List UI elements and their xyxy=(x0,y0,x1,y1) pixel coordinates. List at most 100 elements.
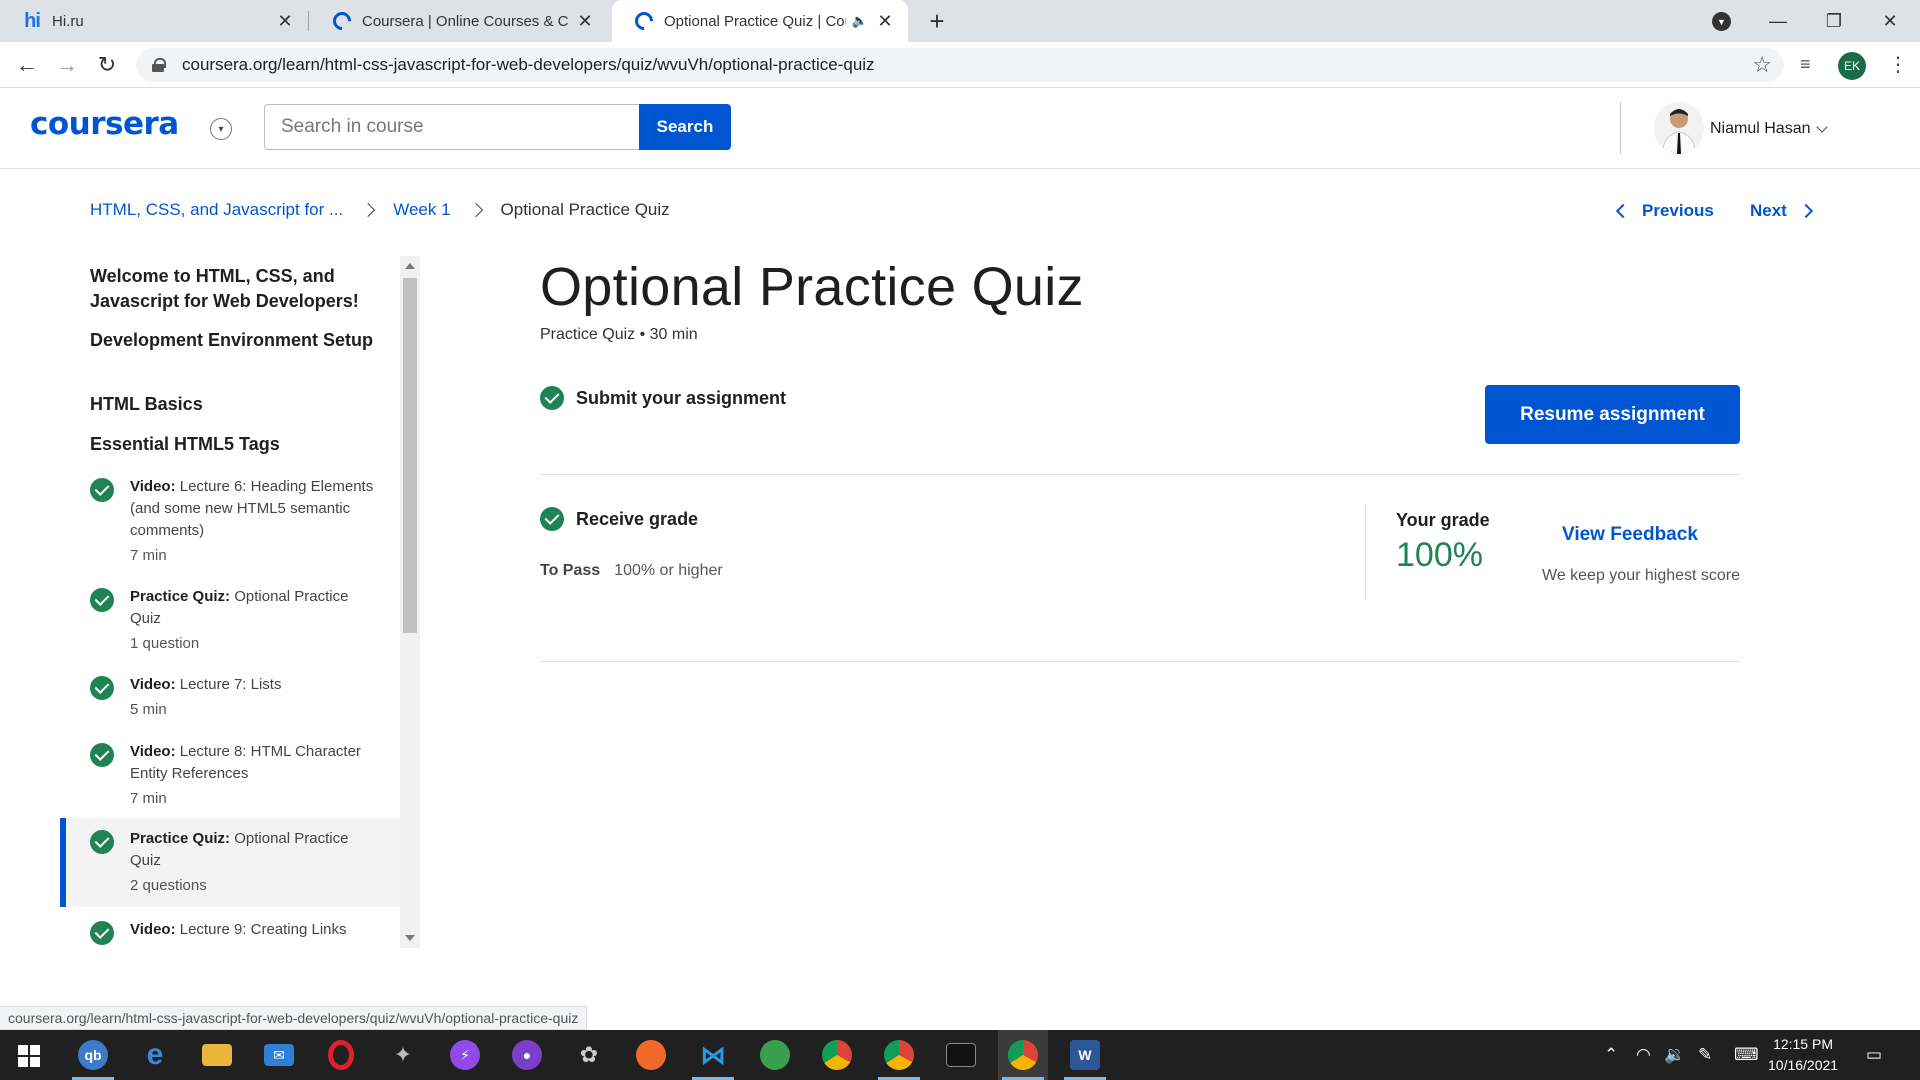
volume-icon[interactable]: 🔉 xyxy=(1664,1030,1685,1080)
browser-tab-quiz-active[interactable]: Optional Practice Quiz | Coursera 🔈 ✕ xyxy=(612,0,908,42)
sidebar-item-practice-quiz-1[interactable]: Practice Quiz: Optional Practice Quiz 1 … xyxy=(60,586,400,655)
back-arrow-icon[interactable]: ← xyxy=(12,50,42,80)
to-pass-info: To Pass 100% or higher xyxy=(540,562,723,580)
mail-icon: ✉ xyxy=(264,1044,294,1066)
taskbar-qbittorrent[interactable]: qb xyxy=(68,1030,118,1080)
grade-divider xyxy=(1365,504,1366,600)
notification-center-icon[interactable]: ▭ xyxy=(1866,1030,1882,1080)
scroll-up-arrow-icon[interactable] xyxy=(405,263,415,269)
item-type: Video: xyxy=(130,478,176,495)
browser-menu-icon[interactable]: ⋮ xyxy=(1888,52,1908,77)
check-circle-icon xyxy=(540,386,564,410)
tray-chevron-up-icon[interactable]: ⌃ xyxy=(1604,1030,1618,1080)
bookmark-star-icon[interactable]: ☆ xyxy=(1752,52,1772,78)
taskbar-mail[interactable]: ✉ xyxy=(254,1030,304,1080)
taskbar-vscode[interactable]: ⋈ xyxy=(688,1030,738,1080)
sidebar-item-lecture-8[interactable]: Video: Lecture 8: HTML Character Entity … xyxy=(60,741,400,810)
reload-icon[interactable]: ↻ xyxy=(92,50,122,80)
check-circle-icon xyxy=(540,507,564,531)
restore-button[interactable]: ❐ xyxy=(1806,0,1862,42)
avatar[interactable] xyxy=(1654,102,1704,154)
browser-status-url: coursera.org/learn/html-css-javascript-f… xyxy=(0,1006,588,1030)
chevron-down-icon xyxy=(1816,121,1829,133)
taskbar-chrome-1[interactable] xyxy=(812,1030,862,1080)
scroll-down-arrow-icon[interactable] xyxy=(405,935,415,941)
taskbar-terminal[interactable] xyxy=(936,1030,986,1080)
breadcrumb-course-link[interactable]: HTML, CSS, and Javascript for ... xyxy=(90,200,343,220)
taskbar-file-explorer[interactable] xyxy=(192,1030,242,1080)
next-button[interactable]: Next xyxy=(1750,201,1813,221)
taskbar-app-9[interactable]: ✿ xyxy=(564,1030,614,1080)
item-duration: 7 min xyxy=(130,547,167,564)
profile-avatar[interactable]: EK xyxy=(1838,52,1866,80)
sidebar-item-lecture-6[interactable]: Video: Lecture 6: Heading Elements (and … xyxy=(60,476,400,567)
network-icon[interactable]: ◠ xyxy=(1636,1030,1651,1080)
browser-tab-coursera[interactable]: Coursera | Online Courses & Credentials … xyxy=(310,0,608,42)
taskbar-word[interactable]: W xyxy=(1060,1030,1110,1080)
resume-assignment-button[interactable]: Resume assignment xyxy=(1485,385,1740,444)
item-duration: 1 question xyxy=(130,635,200,652)
close-tab-icon[interactable]: ✕ xyxy=(576,11,594,32)
search-button[interactable]: Search xyxy=(639,104,731,150)
divider xyxy=(540,661,1740,662)
windows-start-icon[interactable] xyxy=(18,1045,40,1067)
taskbar-app-6[interactable]: ✦ xyxy=(378,1030,428,1080)
previous-button[interactable]: Previous xyxy=(1615,201,1714,221)
lock-icon[interactable] xyxy=(152,58,166,72)
check-circle-icon xyxy=(90,830,114,854)
taskbar-github[interactable]: ● xyxy=(502,1030,552,1080)
sidebar-item-practice-quiz-2-selected[interactable]: Practice Quiz: Optional Practice Quiz 2 … xyxy=(60,818,400,907)
sidebar-section-html5-tags[interactable]: Essential HTML5 Tags xyxy=(90,432,380,457)
search-input[interactable] xyxy=(264,104,639,150)
view-feedback-link[interactable]: View Feedback xyxy=(1562,524,1698,546)
user-menu[interactable]: Niamul Hasan xyxy=(1710,120,1829,138)
browser-tab-hiru[interactable]: hi Hi.ru ✕ xyxy=(0,0,308,42)
course-search: Search xyxy=(264,104,731,150)
user-name: Niamul Hasan xyxy=(1710,120,1811,137)
address-url[interactable]: coursera.org/learn/html-css-javascript-f… xyxy=(182,55,875,75)
sidebar-section-dev-env[interactable]: Development Environment Setup xyxy=(90,328,380,353)
tab-title: Hi.ru xyxy=(52,12,84,30)
divider xyxy=(540,474,1740,475)
close-tab-icon[interactable]: ✕ xyxy=(876,11,894,32)
sidebar-scrollbar[interactable] xyxy=(400,256,420,948)
course-outline-sidebar: Welcome to HTML, CSS, and Javascript for… xyxy=(60,256,400,946)
to-pass-value: 100% or higher xyxy=(614,562,723,579)
page-title: Optional Practice Quiz xyxy=(540,257,1084,317)
audio-playing-icon[interactable]: 🔈 xyxy=(852,13,868,29)
sidebar-section-html-basics[interactable]: HTML Basics xyxy=(90,392,380,417)
close-window-button[interactable]: ✕ xyxy=(1862,0,1918,42)
minimize-button[interactable]: — xyxy=(1750,0,1806,42)
address-bar[interactable]: coursera.org/learn/html-css-javascript-f… xyxy=(136,48,1784,82)
taskbar-chrome-ek[interactable] xyxy=(998,1030,1048,1080)
taskbar-chrome-2[interactable] xyxy=(874,1030,924,1080)
sidebar-section-welcome[interactable]: Welcome to HTML, CSS, and Javascript for… xyxy=(90,264,380,314)
taskbar-app-12[interactable] xyxy=(750,1030,800,1080)
system-clock[interactable]: 12:15 PM 10/16/2021 xyxy=(1768,1034,1838,1076)
taskbar-edge[interactable]: e xyxy=(130,1030,180,1080)
terminal-icon xyxy=(946,1043,976,1067)
taskbar-messenger[interactable]: ⚡ xyxy=(440,1030,490,1080)
highest-score-note: We keep your highest score xyxy=(1542,567,1741,584)
taskbar-opera[interactable] xyxy=(316,1030,366,1080)
keyboard-icon[interactable]: ⌨ xyxy=(1734,1030,1759,1080)
forward-arrow-icon[interactable]: → xyxy=(52,50,82,80)
scrollbar-thumb[interactable] xyxy=(403,278,417,633)
chevron-right-icon xyxy=(468,202,483,218)
taskbar-firefox[interactable] xyxy=(626,1030,676,1080)
close-tab-icon[interactable]: ✕ xyxy=(276,11,294,32)
breadcrumb-week-link[interactable]: Week 1 xyxy=(393,200,450,220)
sidebar-item-lecture-7[interactable]: Video: Lecture 7: Lists 5 min xyxy=(60,674,400,721)
previous-label: Previous xyxy=(1642,201,1714,220)
item-duration: 2 questions xyxy=(130,877,207,894)
tab-search-icon[interactable]: ▼ xyxy=(1712,12,1731,31)
new-tab-button[interactable]: + xyxy=(922,6,952,37)
pen-icon[interactable]: ✎ xyxy=(1698,1030,1712,1080)
reading-list-icon[interactable]: ≡ xyxy=(1800,54,1811,75)
folder-icon xyxy=(202,1044,232,1066)
coursera-logo[interactable]: coursera xyxy=(30,106,179,142)
chevron-right-icon xyxy=(361,202,376,218)
chevron-down-icon[interactable]: ▾ xyxy=(210,118,232,140)
sidebar-item-lecture-9[interactable]: Video: Lecture 9: Creating Links xyxy=(60,919,400,945)
your-grade-label: Your grade xyxy=(1396,510,1490,530)
